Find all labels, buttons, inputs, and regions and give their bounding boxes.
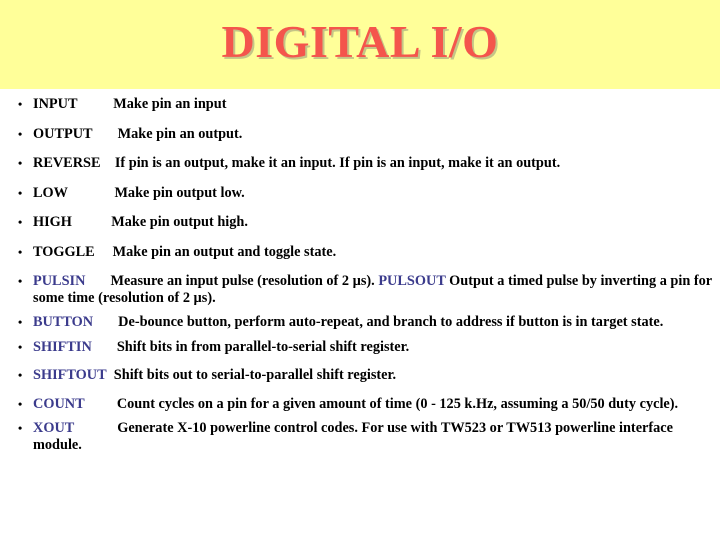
bullet-icon: • xyxy=(18,315,23,329)
inline-command-keyword: PULSOUT xyxy=(378,273,446,289)
page-title: DIGITAL I/O xyxy=(221,16,499,67)
command-description: Generate X-10 powerline control codes. F… xyxy=(33,420,673,453)
bullet-icon: • xyxy=(18,185,23,200)
command-keyword: LOW xyxy=(33,184,68,201)
tab-gap xyxy=(85,396,117,413)
slide-canvas: DIGITAL I/O • INPUT Make pin an input • … xyxy=(0,0,720,540)
tab-gap xyxy=(85,273,110,290)
list-item: • PULSIN Measure an input pulse (resolut… xyxy=(0,273,720,306)
command-keyword: BUTTON xyxy=(33,314,94,330)
bullet-icon: • xyxy=(18,368,23,382)
tab-gap xyxy=(92,339,117,356)
tab-gap xyxy=(77,96,113,113)
command-keyword: TOGGLE xyxy=(33,243,95,260)
tab-gap xyxy=(74,420,117,437)
list-item: • LOW Make pin output low. xyxy=(0,185,720,202)
bullet-icon: • xyxy=(18,97,23,111)
bullet-icon: • xyxy=(18,274,23,288)
bullet-icon: • xyxy=(18,215,23,229)
command-keyword: OUTPUT xyxy=(33,125,93,142)
list-item: • HIGH Make pin output high. xyxy=(0,214,720,231)
command-description: Shift bits in from parallel-to-serial sh… xyxy=(116,338,410,355)
bullet-icon: • xyxy=(18,156,23,170)
command-keyword: REVERSE xyxy=(33,155,101,171)
bullet-icon: • xyxy=(18,126,23,141)
list-item: • REVERSE If pin is an output, make it a… xyxy=(0,155,720,172)
command-keyword: INPUT xyxy=(33,96,78,112)
command-description: De-bounce button, perform auto-repeat, a… xyxy=(118,314,664,330)
list-item: • SHIFTOUT Shift bits out to serial-to-p… xyxy=(0,367,720,384)
bullet-list: • INPUT Make pin an input • OUTPUT Make … xyxy=(0,96,720,461)
list-item: • SHIFTIN Shift bits in from parallel-to… xyxy=(0,339,720,356)
command-description: Shift bits out to serial-to-parallel shi… xyxy=(113,367,397,383)
command-keyword: XOUT xyxy=(33,420,75,436)
command-description: Make pin an output. xyxy=(117,125,243,142)
command-description: Make pin an output and toggle state. xyxy=(112,243,337,260)
tab-gap xyxy=(72,214,111,231)
list-item: • XOUT Generate X-10 powerline control c… xyxy=(0,420,720,453)
list-item: • BUTTON De-bounce button, perform auto-… xyxy=(0,314,720,331)
command-description: Make pin output high. xyxy=(111,214,248,230)
command-description: If pin is an output, make it an input. I… xyxy=(114,155,561,171)
command-description: Count cycles on a pin for a given amount… xyxy=(116,395,679,412)
command-keyword: SHIFTOUT xyxy=(33,367,107,383)
command-description: Make pin an input xyxy=(113,96,227,112)
command-description: Make pin output low. xyxy=(114,184,245,201)
tab-gap xyxy=(95,244,113,261)
list-item: • COUNT Count cycles on a pin for a give… xyxy=(0,396,720,413)
command-keyword: COUNT xyxy=(33,395,85,412)
list-item: • OUTPUT Make pin an output. xyxy=(0,126,720,143)
bullet-icon: • xyxy=(18,244,23,259)
command-keyword: HIGH xyxy=(33,214,72,230)
bullet-icon: • xyxy=(18,339,23,354)
tab-gap xyxy=(93,126,118,143)
bullet-icon: • xyxy=(18,421,23,435)
list-item: • TOGGLE Make pin an output and toggle s… xyxy=(0,244,720,261)
tab-gap xyxy=(68,185,114,202)
tab-gap xyxy=(101,155,115,172)
bullet-icon: • xyxy=(18,396,23,411)
command-description-part1: Measure an input pulse (resolution of 2 … xyxy=(110,273,379,289)
command-keyword: PULSIN xyxy=(33,273,86,289)
list-item: • INPUT Make pin an input xyxy=(0,96,720,113)
command-keyword: SHIFTIN xyxy=(33,338,92,355)
tab-gap xyxy=(107,367,114,384)
tab-gap xyxy=(93,314,118,331)
